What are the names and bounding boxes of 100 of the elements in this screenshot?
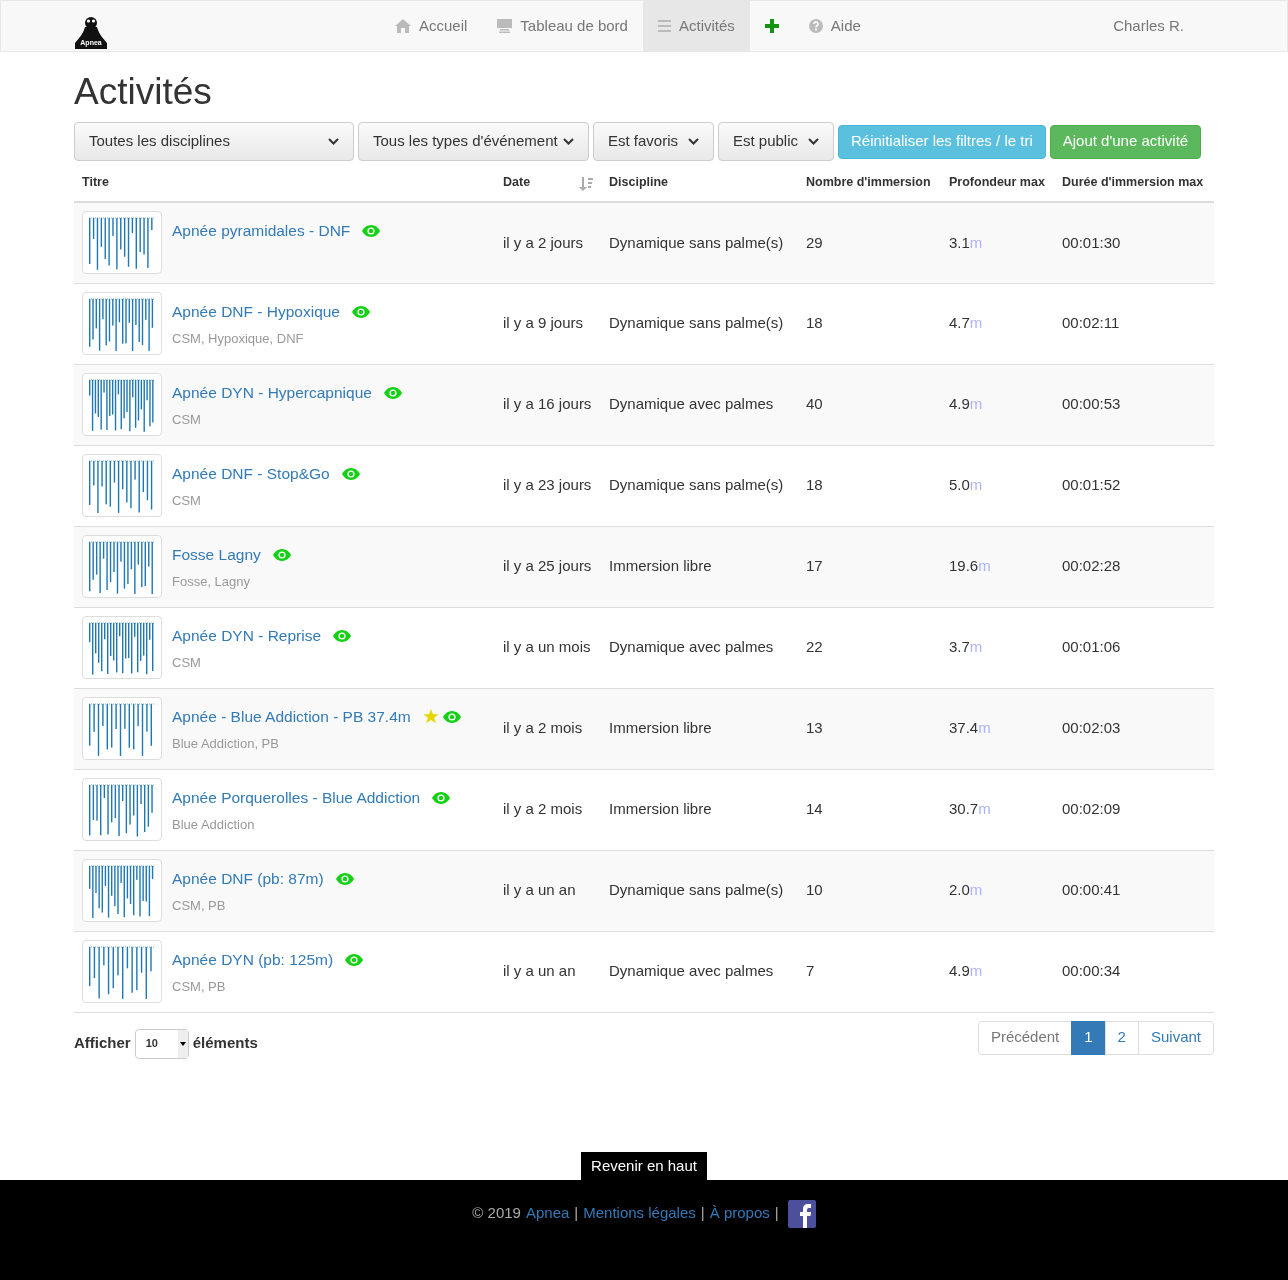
column-header[interactable]: Nombre d'immersion bbox=[806, 173, 931, 191]
activity-link[interactable]: Apnée pyramidales - DNF bbox=[172, 219, 351, 243]
eye-icon bbox=[272, 548, 291, 561]
table-cell: 29 bbox=[806, 233, 823, 251]
activity-tags: Blue Addiction, PB bbox=[172, 734, 461, 754]
unit-label: m bbox=[969, 881, 983, 899]
activity-tags: CSM bbox=[172, 653, 352, 673]
footer-text: | bbox=[574, 1203, 579, 1223]
eye-icon bbox=[352, 305, 370, 318]
activity-link[interactable]: Fosse Lagny bbox=[172, 543, 261, 567]
user-menu[interactable]: Charles R. bbox=[1113, 1, 1214, 51]
table-cell: il y a un an bbox=[503, 881, 576, 899]
nav-item[interactable]: Activités bbox=[642, 1, 750, 51]
back-to-top-button[interactable]: Revenir en haut bbox=[581, 1152, 707, 1180]
table-cell: il y a 23 jours bbox=[503, 476, 592, 494]
activity-link[interactable]: Apnée DYN - Hypercapnique bbox=[172, 381, 372, 405]
chevron-down-icon bbox=[328, 138, 339, 145]
filter-dropdown[interactable]: Est favoris bbox=[593, 122, 714, 161]
show-label: Afficher bbox=[74, 1033, 131, 1054]
table-cell: 13 bbox=[806, 719, 823, 737]
eye-icon bbox=[341, 467, 360, 480]
chevron-down-icon bbox=[808, 138, 819, 145]
eye-icon bbox=[383, 386, 402, 399]
eye-icon bbox=[432, 791, 451, 804]
star-icon bbox=[422, 709, 439, 725]
filter-dropdown[interactable]: Tous les types d'événement bbox=[358, 122, 589, 161]
activity-tags: CSM, PB bbox=[172, 977, 364, 997]
page-link[interactable]: 2 bbox=[1104, 1020, 1139, 1055]
column-header[interactable]: Profondeur max bbox=[949, 173, 1045, 191]
table-cell: Dynamique sans palme(s) bbox=[609, 233, 784, 251]
page-size-select[interactable]: 10 bbox=[134, 1028, 189, 1059]
facebook-icon[interactable] bbox=[787, 1200, 816, 1228]
activity-link[interactable]: Apnée DYN (pb: 125m) bbox=[172, 948, 334, 972]
activity-link[interactable]: Apnée DNF - Stop&Go bbox=[172, 462, 330, 486]
activity-tags: CSM bbox=[172, 491, 360, 511]
unit-label: m bbox=[969, 962, 983, 980]
table-cell: 00:02:28 bbox=[1062, 557, 1121, 575]
table-cell: Immersion libre bbox=[609, 800, 712, 818]
entries-label: éléments bbox=[192, 1033, 258, 1054]
table-cell: 00:01:30 bbox=[1062, 233, 1121, 251]
unit-label: m bbox=[969, 395, 983, 413]
table-cell: 00:02:09 bbox=[1062, 800, 1121, 818]
unit-label: m bbox=[978, 800, 991, 818]
table-cell: il y a 2 mois bbox=[503, 719, 583, 737]
page-link[interactable]: 1 bbox=[1071, 1020, 1106, 1055]
activity-link[interactable]: Apnée - Blue Addiction - PB 37.4m bbox=[172, 705, 411, 729]
footer-text: | bbox=[700, 1203, 705, 1223]
unit-label: m bbox=[969, 638, 983, 656]
table-cell: 10 bbox=[806, 881, 823, 899]
nav-item[interactable]: Aide bbox=[793, 1, 876, 51]
unit-label: m bbox=[978, 557, 991, 575]
table-cell: 00:01:52 bbox=[1062, 476, 1121, 494]
table-cell: 3.7 bbox=[949, 638, 970, 656]
table-cell: il y a 2 mois bbox=[503, 800, 583, 818]
table-cell: 2.0 bbox=[949, 881, 970, 899]
caret-down-icon bbox=[177, 1029, 188, 1058]
footer-link[interactable]: Mentions légales bbox=[583, 1202, 696, 1225]
table-cell: 4.9 bbox=[949, 962, 970, 980]
table-cell: il y a 2 jours bbox=[503, 233, 584, 251]
unit-label: m bbox=[969, 476, 983, 494]
plus-icon bbox=[764, 19, 779, 33]
nav-item[interactable]: Tableau de bord bbox=[482, 1, 643, 51]
page-title: Activités bbox=[74, 70, 213, 114]
activity-link[interactable]: Apnée DNF (pb: 87m) bbox=[172, 867, 324, 891]
footer-text: | bbox=[774, 1203, 779, 1223]
help-icon bbox=[808, 19, 823, 33]
footer-link[interactable]: À propos bbox=[709, 1202, 770, 1225]
table-cell: 30.7 bbox=[949, 800, 979, 818]
table-cell: 3.1 bbox=[949, 233, 970, 251]
footer-link[interactable]: Apnea bbox=[525, 1202, 570, 1225]
home-icon bbox=[395, 19, 411, 33]
table-cell: 4.9 bbox=[949, 395, 970, 413]
table-cell: 22 bbox=[806, 638, 823, 656]
column-header[interactable]: Discipline bbox=[609, 173, 669, 191]
add-activity-button[interactable]: Ajout d'une activité bbox=[1049, 124, 1202, 159]
table-cell: Dynamique avec palmes bbox=[609, 638, 774, 656]
table-cell: il y a 25 jours bbox=[503, 557, 592, 575]
column-header[interactable]: Durée d'immersion max bbox=[1062, 173, 1204, 191]
column-header[interactable]: Date bbox=[503, 173, 531, 191]
eye-icon bbox=[333, 629, 352, 642]
column-header[interactable]: Titre bbox=[82, 173, 109, 191]
filter-dropdown[interactable]: Toutes les disciplines bbox=[74, 122, 354, 161]
unit-label: m bbox=[978, 719, 991, 737]
filter-dropdown[interactable]: Est public bbox=[718, 122, 834, 161]
table-cell: 19.6 bbox=[949, 557, 979, 575]
nav-item[interactable]: Accueil bbox=[380, 1, 483, 51]
table-cell: 14 bbox=[806, 800, 823, 818]
activity-tags: CSM, PB bbox=[172, 896, 354, 916]
table-cell: 17 bbox=[806, 557, 823, 575]
table-cell: 7 bbox=[806, 962, 815, 980]
table-cell: Dynamique avec palmes bbox=[609, 395, 774, 413]
footer-text: © 2019 bbox=[472, 1203, 521, 1223]
table-cell: Immersion libre bbox=[609, 557, 712, 575]
activity-link[interactable]: Apnée Porquerolles - Blue Addiction bbox=[172, 786, 421, 810]
next-page-link[interactable]: Suivant bbox=[1137, 1020, 1214, 1055]
activity-tags: CSM, Hypoxique, DNF bbox=[172, 329, 370, 349]
table-cell: Dynamique sans palme(s) bbox=[609, 476, 784, 494]
activity-link[interactable]: Apnée DYN - Reprise bbox=[172, 624, 322, 648]
activity-tags: CSM bbox=[172, 410, 402, 430]
activity-link[interactable]: Apnée DNF - Hypoxique bbox=[172, 300, 340, 324]
